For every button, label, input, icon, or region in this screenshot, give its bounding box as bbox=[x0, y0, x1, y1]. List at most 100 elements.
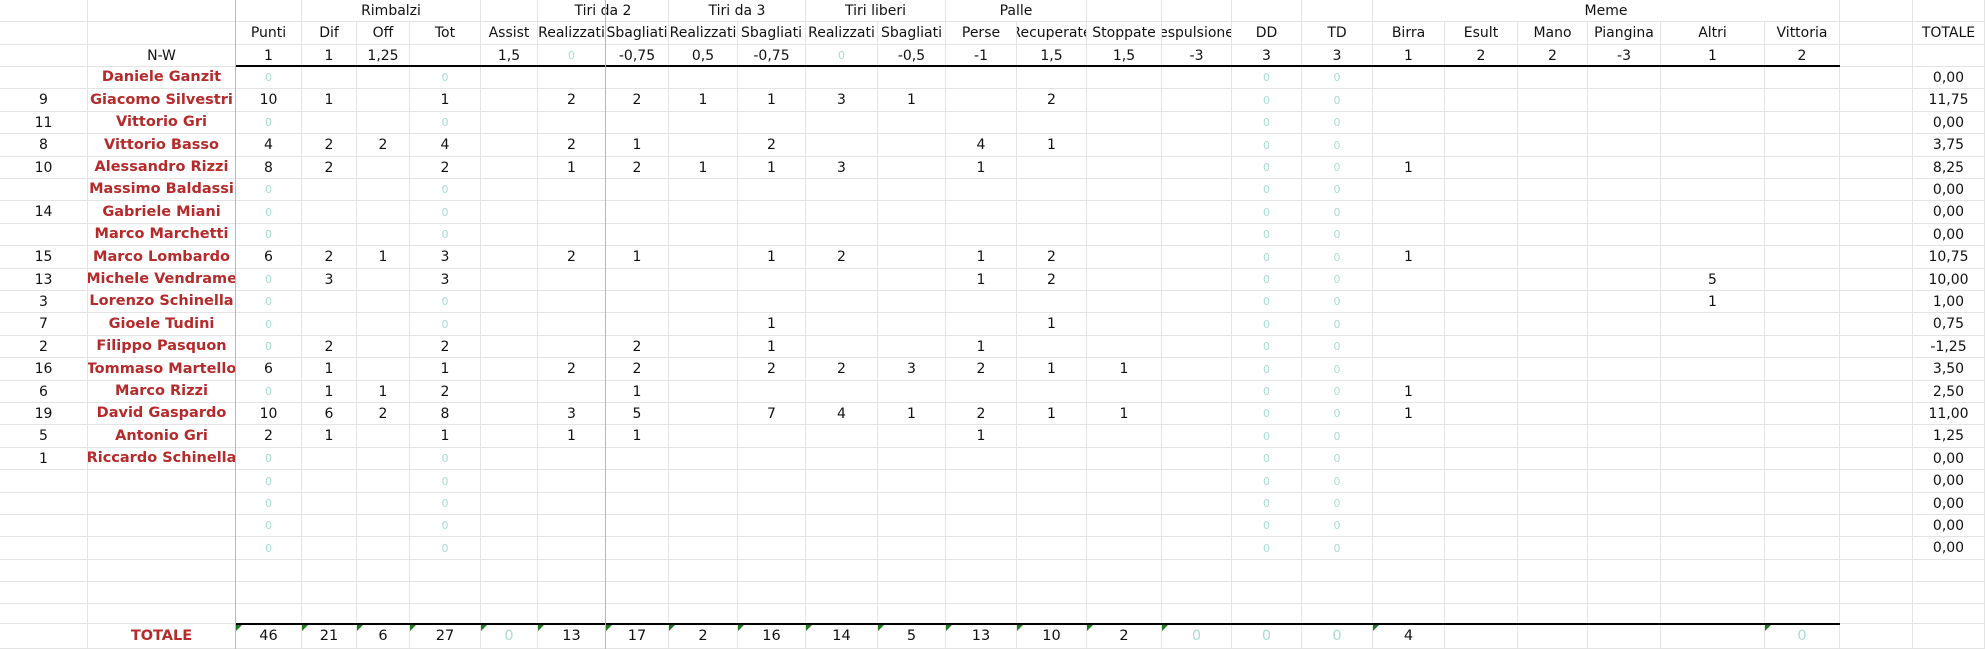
stat-cell[interactable] bbox=[1661, 336, 1765, 358]
blank-cell[interactable] bbox=[1840, 515, 1913, 537]
stat-cell[interactable] bbox=[1162, 157, 1232, 179]
stat-cell[interactable] bbox=[1445, 269, 1518, 291]
stat-cell[interactable] bbox=[606, 224, 669, 246]
stat-cell[interactable] bbox=[302, 67, 357, 89]
stat-cell[interactable]: 1 bbox=[606, 425, 669, 448]
stat-cell[interactable] bbox=[878, 179, 946, 201]
stat-cell[interactable]: 1 bbox=[538, 425, 606, 448]
stat-cell[interactable] bbox=[1087, 336, 1162, 358]
player-name[interactable] bbox=[88, 515, 236, 537]
stat-cell[interactable]: 3 bbox=[410, 246, 481, 269]
stat-cell[interactable] bbox=[1588, 336, 1661, 358]
stat-cell[interactable] bbox=[1765, 179, 1840, 201]
stat-cell[interactable] bbox=[1445, 134, 1518, 157]
stat-cell[interactable]: 0 bbox=[1302, 448, 1373, 470]
stat-cell[interactable] bbox=[1373, 448, 1445, 470]
stat-cell[interactable] bbox=[806, 336, 878, 358]
stat-cell[interactable]: 0 bbox=[236, 470, 302, 493]
column-total[interactable]: 21 bbox=[302, 624, 357, 649]
stat-cell[interactable] bbox=[1373, 67, 1445, 89]
stat-cell[interactable]: 10 bbox=[236, 403, 302, 425]
stat-cell[interactable] bbox=[1588, 313, 1661, 336]
blank-cell[interactable] bbox=[1840, 358, 1913, 381]
stat-cell[interactable] bbox=[1661, 89, 1765, 112]
blank-cell[interactable] bbox=[1445, 604, 1518, 624]
blank-cell[interactable] bbox=[481, 582, 538, 604]
stat-cell[interactable] bbox=[669, 515, 738, 537]
column-total[interactable]: 4 bbox=[1373, 624, 1445, 649]
stat-cell[interactable]: 2 bbox=[410, 381, 481, 403]
group-tiri-liberi[interactable]: Tiri liberi bbox=[806, 0, 946, 22]
stat-cell[interactable] bbox=[1661, 313, 1765, 336]
stat-cell[interactable]: 1 bbox=[302, 381, 357, 403]
stat-cell[interactable] bbox=[1445, 89, 1518, 112]
column-header[interactable]: Vittoria bbox=[1765, 22, 1840, 45]
weight-cell[interactable] bbox=[410, 45, 481, 67]
stat-cell[interactable] bbox=[1087, 269, 1162, 291]
stat-cell[interactable] bbox=[1765, 67, 1840, 89]
stat-cell[interactable]: 0 bbox=[1232, 134, 1302, 157]
stat-cell[interactable] bbox=[302, 201, 357, 224]
stat-cell[interactable] bbox=[1588, 381, 1661, 403]
stat-cell[interactable] bbox=[1518, 224, 1588, 246]
player-total[interactable]: 1,00 bbox=[1913, 291, 1985, 313]
weight-cell[interactable]: 1 bbox=[302, 45, 357, 67]
stat-cell[interactable] bbox=[806, 134, 878, 157]
column-header[interactable]: Sbagliati bbox=[606, 22, 669, 45]
player-name[interactable]: Marco Marchetti bbox=[88, 224, 236, 246]
player-total[interactable]: 10,00 bbox=[1913, 269, 1985, 291]
stat-cell[interactable]: 0 bbox=[1232, 157, 1302, 179]
stat-cell[interactable]: 0 bbox=[1302, 493, 1373, 515]
stat-cell[interactable]: 3 bbox=[538, 403, 606, 425]
blank-cell[interactable] bbox=[1765, 604, 1840, 624]
stat-cell[interactable] bbox=[1373, 493, 1445, 515]
stat-cell[interactable] bbox=[1017, 381, 1087, 403]
stat-cell[interactable] bbox=[1017, 112, 1087, 134]
stat-cell[interactable] bbox=[946, 224, 1017, 246]
stat-cell[interactable] bbox=[738, 381, 806, 403]
blank-cell[interactable] bbox=[1840, 45, 1913, 67]
stat-cell[interactable] bbox=[357, 448, 410, 470]
blank-cell[interactable] bbox=[1840, 537, 1913, 560]
stat-cell[interactable] bbox=[738, 112, 806, 134]
stat-cell[interactable] bbox=[357, 67, 410, 89]
column-total[interactable]: 13 bbox=[538, 624, 606, 649]
stat-cell[interactable] bbox=[357, 515, 410, 537]
player-name[interactable] bbox=[88, 493, 236, 515]
stat-cell[interactable] bbox=[1162, 515, 1232, 537]
stat-cell[interactable] bbox=[1162, 179, 1232, 201]
stat-cell[interactable] bbox=[1588, 67, 1661, 89]
stat-cell[interactable] bbox=[1445, 537, 1518, 560]
stat-cell[interactable] bbox=[1518, 537, 1588, 560]
stat-cell[interactable]: 6 bbox=[236, 246, 302, 269]
stat-cell[interactable]: 2 bbox=[1017, 89, 1087, 112]
stat-cell[interactable] bbox=[1017, 201, 1087, 224]
stat-cell[interactable] bbox=[302, 291, 357, 313]
stat-cell[interactable] bbox=[481, 493, 538, 515]
blank-cell[interactable] bbox=[236, 582, 302, 604]
blank-cell[interactable] bbox=[0, 582, 88, 604]
blank-cell[interactable] bbox=[1661, 582, 1765, 604]
blank-cell[interactable] bbox=[410, 604, 481, 624]
stat-cell[interactable] bbox=[1765, 224, 1840, 246]
stat-cell[interactable]: 0 bbox=[1302, 291, 1373, 313]
stat-cell[interactable] bbox=[538, 515, 606, 537]
stat-cell[interactable] bbox=[1765, 157, 1840, 179]
stat-cell[interactable] bbox=[357, 336, 410, 358]
player-name[interactable]: Vittorio Basso bbox=[88, 134, 236, 157]
player-total[interactable]: 0,00 bbox=[1913, 179, 1985, 201]
stat-cell[interactable] bbox=[1445, 179, 1518, 201]
blank-cell[interactable] bbox=[0, 604, 88, 624]
stat-cell[interactable] bbox=[1445, 515, 1518, 537]
stat-cell[interactable]: 6 bbox=[236, 358, 302, 381]
stat-cell[interactable]: 8 bbox=[410, 403, 481, 425]
stat-cell[interactable]: 1 bbox=[946, 246, 1017, 269]
stat-cell[interactable] bbox=[806, 425, 878, 448]
weight-cell[interactable]: 1 bbox=[1661, 45, 1765, 67]
stat-cell[interactable] bbox=[669, 224, 738, 246]
stat-cell[interactable] bbox=[669, 201, 738, 224]
column-header[interactable]: Altri bbox=[1661, 22, 1765, 45]
blank-cell[interactable] bbox=[1840, 67, 1913, 89]
stat-cell[interactable] bbox=[738, 224, 806, 246]
jersey-number[interactable]: 10 bbox=[0, 157, 88, 179]
